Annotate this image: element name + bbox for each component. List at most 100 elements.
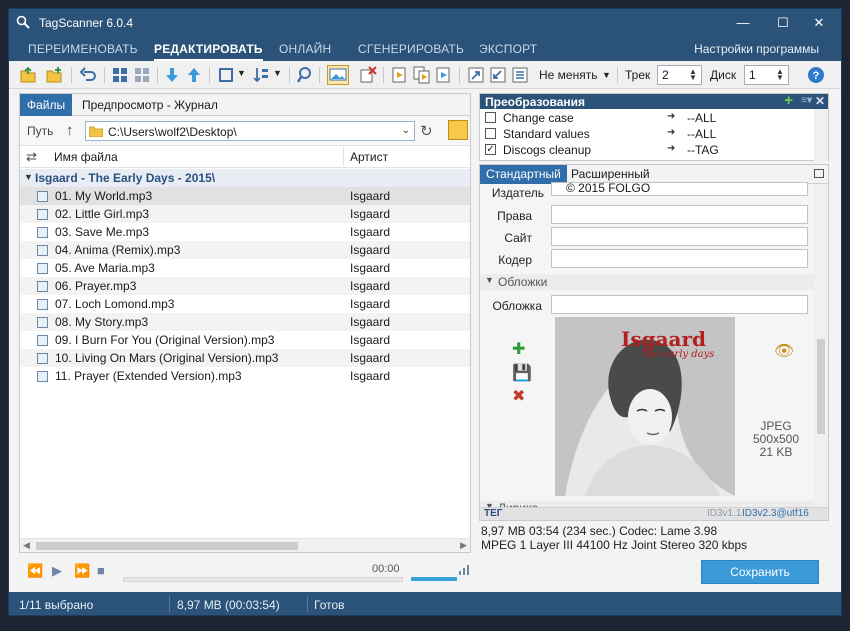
tab-edit[interactable]: РЕДАКТИРОВАТЬ [154,37,263,61]
mode-select[interactable]: Не менять [539,68,597,82]
group-row[interactable]: ▼ Isgaard - The Early Days - 2015\ [20,169,470,187]
deselect-icon[interactable] [133,66,151,84]
file-row[interactable]: 02. Little Girl.mp3 Isgaard [20,205,470,223]
export-icon[interactable] [467,66,485,84]
open-folder-icon[interactable] [19,66,37,84]
file-row[interactable]: 04. Anima (Remix).mp3 Isgaard [20,241,470,259]
vertical-scrollbar[interactable] [814,109,828,161]
play-file-icon[interactable] [391,66,409,84]
restore-icon[interactable] [814,169,824,178]
tab-files[interactable]: Файлы [20,94,73,116]
add-cover-icon[interactable]: ✚ [512,339,525,359]
file-row[interactable]: 03. Save Me.mp3 Isgaard [20,223,470,241]
list-icon[interactable] [511,66,529,84]
delete-cover-icon[interactable]: ✖ [512,386,525,406]
vertical-scrollbar[interactable] [814,184,828,515]
file-row[interactable]: 06. Prayer.mp3 Isgaard [20,277,470,295]
collapse-triangle-icon[interactable]: ▼ [24,172,33,182]
add-folder-icon[interactable] [45,66,63,84]
stepper-arrows-icon[interactable]: ▲ ▼ [687,68,699,82]
file-row[interactable]: 05. Ave Maria.mp3 Isgaard [20,259,470,277]
eye-icon[interactable]: 👁 [774,341,794,361]
cover-field[interactable] [551,295,808,314]
refresh-icon[interactable]: ↻ [420,122,433,140]
save-cover-icon[interactable]: 💾 [512,363,532,383]
track-stepper[interactable]: 2 ▲ ▼ [657,65,702,85]
tab-rename[interactable]: ПЕРЕИМЕНОВАТЬ [28,37,138,61]
maximize-button[interactable]: ☐ [772,13,794,33]
close-icon[interactable]: ✕ [815,94,825,108]
encoder-field[interactable] [551,249,808,268]
paste-file-icon[interactable] [435,66,453,84]
fast-forward-icon[interactable]: ⏩ [74,563,90,579]
covers-section[interactable]: ▼ Обложки [480,274,815,290]
horizontal-scrollbar[interactable]: ◀ ▶ [20,538,470,552]
scroll-right-icon[interactable]: ▶ [460,540,467,551]
sort-icon[interactable] [252,66,270,84]
stop-icon[interactable]: ■ [97,563,105,578]
file-row[interactable]: 10. Living On Mars (Original Version).mp… [20,349,470,367]
tab-preview-log[interactable]: Предпросмотр - Журнал [75,94,225,116]
help-icon[interactable]: ? [807,66,825,84]
checkbox[interactable] [485,128,496,139]
chevron-down-icon[interactable]: ▼ [602,70,611,80]
tab-online[interactable]: ОНЛАЙН [279,37,331,61]
cover-image[interactable]: Isgaard the early days [555,317,735,496]
close-button[interactable]: ✕ [808,13,830,33]
scrollbar-thumb[interactable] [36,542,298,550]
scrollbar-thumb[interactable] [817,339,825,434]
copy-file-icon[interactable] [413,66,431,84]
transformation-item[interactable]: Standard values ➜ --ALL [480,126,815,142]
scroll-left-icon[interactable]: ◀ [23,540,30,551]
audio-file-icon [37,281,48,292]
checkbox[interactable] [485,112,496,123]
add-icon[interactable]: + [784,92,793,109]
frame-icon[interactable] [217,66,235,84]
path-input[interactable]: C:\Users\wolf2\Desktop\ ⌄ [85,121,415,141]
move-up-icon[interactable] [185,66,203,84]
remove-tag-icon[interactable] [359,66,377,84]
collapse-triangle-icon[interactable]: ▼ [485,275,494,285]
cover-image-icon[interactable] [327,65,349,85]
shuffle-icon[interactable]: ⇄ [26,149,37,165]
play-icon[interactable]: ▶ [52,563,62,579]
up-arrow-icon[interactable]: ↑ [66,122,74,139]
column-artist[interactable]: Артист [350,150,388,164]
seek-bar[interactable] [123,577,403,582]
search-icon[interactable] [297,66,315,84]
site-field[interactable] [551,227,808,246]
undo-icon[interactable] [79,66,97,84]
rights-field[interactable] [551,205,808,224]
save-button[interactable]: Сохранить [701,560,819,584]
file-row[interactable]: 07. Loch Lomond.mp3 Isgaard [20,295,470,313]
disc-stepper[interactable]: 1 ▲ ▼ [744,65,789,85]
tag-id3v1[interactable]: ID3v1.1 [707,508,741,519]
import-icon[interactable] [489,66,507,84]
chevron-down-icon[interactable]: ▼ [273,68,282,78]
rewind-icon[interactable]: ⏪ [27,563,43,579]
stepper-arrows-icon[interactable]: ▲ ▼ [774,68,786,82]
volume-bar[interactable] [411,577,457,581]
tab-generate[interactable]: СГЕНЕРИРОВАТЬ [358,37,464,61]
file-row[interactable]: 11. Prayer (Extended Version).mp3 Isgaard [20,367,470,385]
file-row[interactable]: 01. My World.mp3 Isgaard [20,187,470,205]
transformation-item[interactable]: Change case ➜ --ALL [480,110,815,126]
tag-id3v2[interactable]: ID3v2.3@utf16 [742,508,809,519]
move-down-icon[interactable] [163,66,181,84]
publisher-field[interactable]: © 2015 FOLGO [551,181,808,196]
browse-folder-button[interactable] [448,120,468,140]
chevron-down-icon[interactable]: ▼ [237,68,246,78]
column-filename[interactable]: Имя файла [54,150,118,164]
select-all-icon[interactable] [111,66,129,84]
menu-icon[interactable]: ≡▾ [801,95,812,106]
settings-link[interactable]: Настройки программы [694,37,819,61]
chevron-down-icon[interactable]: ⌄ [402,125,410,136]
tab-export[interactable]: ЭКСПОРТ [479,37,537,61]
minimize-button[interactable]: — [732,13,754,33]
volume-icon[interactable] [459,563,469,575]
checkbox[interactable]: ✓ [485,144,496,155]
file-row[interactable]: 08. My Story.mp3 Isgaard [20,313,470,331]
file-row[interactable]: 09. I Burn For You (Original Version).mp… [20,331,470,349]
transformation-item[interactable]: ✓ Discogs cleanup ➜ --TAG [480,142,815,158]
column-separator[interactable] [343,148,344,166]
